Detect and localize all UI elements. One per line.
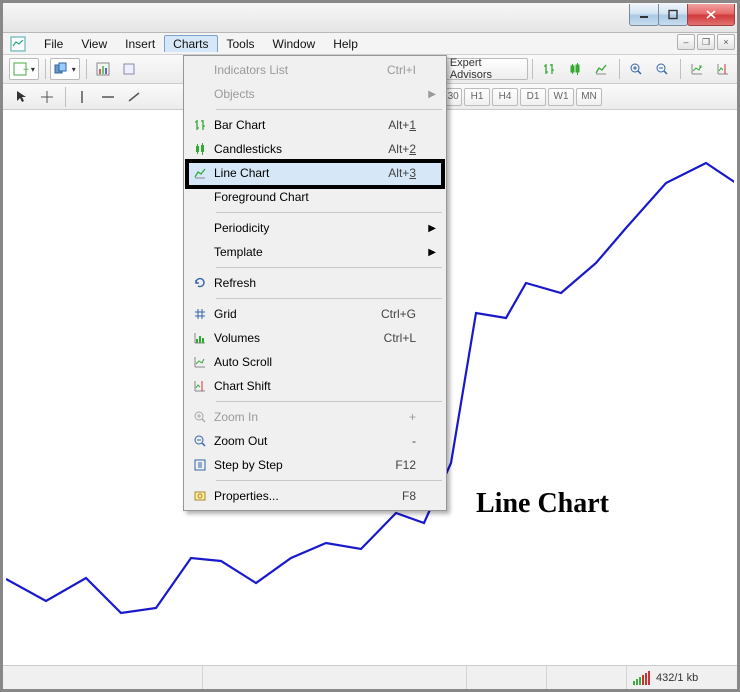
connection-icon <box>633 671 650 685</box>
status-kb: 432/1 kb <box>656 672 698 684</box>
new-chart-button[interactable]: + ▾ <box>9 58 39 80</box>
menu-chartshift[interactable]: Chart Shift <box>186 374 444 398</box>
hline-tool[interactable] <box>96 86 120 108</box>
menu-foreground-chart[interactable]: Foreground Chart <box>186 185 444 209</box>
menu-objects[interactable]: Objects ▶ <box>186 82 444 106</box>
nav-button-1[interactable] <box>117 58 141 80</box>
submenu-arrow-icon: ▶ <box>428 247 436 258</box>
submenu-arrow-icon: ▶ <box>428 89 436 100</box>
app-window: File View Insert Charts Tools Window Hel… <box>0 0 740 692</box>
tf-h4[interactable]: H4 <box>492 88 518 106</box>
market-watch-button[interactable] <box>91 58 115 80</box>
bar-chart-button[interactable] <box>537 58 561 80</box>
menu-step-by-step[interactable]: Step by Step F12 <box>186 453 444 477</box>
menu-help[interactable]: Help <box>324 35 367 53</box>
step-icon <box>186 458 214 472</box>
charts-dropdown: Indicators List Ctrl+I Objects ▶ Bar Cha… <box>183 55 447 511</box>
trendline-tool[interactable] <box>122 86 146 108</box>
refresh-icon <box>186 276 214 290</box>
menu-tools[interactable]: Tools <box>218 35 264 53</box>
tf-w1[interactable]: W1 <box>548 88 574 106</box>
zoom-in-icon <box>186 410 214 424</box>
menu-charts[interactable]: Charts <box>164 35 217 52</box>
svg-text:+: + <box>23 65 29 76</box>
chart-annotation: Line Chart <box>476 488 609 520</box>
mdi-controls: – ❐ × <box>675 34 735 50</box>
zoom-in-button[interactable] <box>624 58 648 80</box>
tf-h1[interactable]: H1 <box>464 88 490 106</box>
chartshift-icon <box>186 379 214 393</box>
grid-icon <box>186 307 214 321</box>
menu-candlesticks[interactable]: Candlesticks Alt+2 <box>186 137 444 161</box>
menu-zoom-in[interactable]: Zoom In + <box>186 405 444 429</box>
autoscroll-button[interactable] <box>685 58 709 80</box>
menu-insert[interactable]: Insert <box>116 35 164 53</box>
bar-chart-icon <box>186 118 214 132</box>
menu-properties[interactable]: Properties... F8 <box>186 484 444 508</box>
titlebar <box>3 3 737 33</box>
menu-view[interactable]: View <box>72 35 116 53</box>
tf-d1[interactable]: D1 <box>520 88 546 106</box>
menu-periodicity[interactable]: Periodicity ▶ <box>186 216 444 240</box>
minimize-button[interactable] <box>629 4 659 26</box>
mdi-minimize[interactable]: – <box>677 34 695 50</box>
menu-template[interactable]: Template ▶ <box>186 240 444 264</box>
menu-file[interactable]: File <box>35 35 72 53</box>
menu-line-chart[interactable]: Line Chart Alt+3 <box>185 160 445 186</box>
menubar: File View Insert Charts Tools Window Hel… <box>3 33 737 55</box>
autoscroll-icon <box>186 355 214 369</box>
close-button[interactable] <box>687 4 735 26</box>
zoom-out-icon <box>186 434 214 448</box>
statusbar: 432/1 kb <box>3 665 737 689</box>
line-chart-icon <box>186 166 214 180</box>
menu-zoom-out[interactable]: Zoom Out - <box>186 429 444 453</box>
candle-icon <box>186 142 214 156</box>
mdi-close[interactable]: × <box>717 34 735 50</box>
menu-indicators-list[interactable]: Indicators List Ctrl+I <box>186 58 444 82</box>
menu-volumes[interactable]: Volumes Ctrl+L <box>186 326 444 350</box>
tf-mn[interactable]: MN <box>576 88 602 106</box>
properties-icon <box>186 489 214 503</box>
line-chart-button[interactable] <box>589 58 613 80</box>
candle-chart-button[interactable] <box>563 58 587 80</box>
crosshair-tool[interactable] <box>35 86 59 108</box>
profiles-button[interactable]: ▾ <box>50 58 80 80</box>
menu-bar-chart[interactable]: Bar Chart Alt+1 <box>186 113 444 137</box>
app-icon <box>9 35 27 53</box>
chartshift-button[interactable] <box>711 58 735 80</box>
submenu-arrow-icon: ▶ <box>428 223 436 234</box>
expert-advisors-label: Expert Advisors <box>450 57 519 81</box>
menu-window[interactable]: Window <box>264 35 325 53</box>
window-controls <box>630 4 735 26</box>
cursor-tool[interactable] <box>9 86 33 108</box>
zoom-out-button[interactable] <box>650 58 674 80</box>
mdi-restore[interactable]: ❐ <box>697 34 715 50</box>
vline-tool[interactable] <box>70 86 94 108</box>
maximize-button[interactable] <box>658 4 688 26</box>
menu-grid[interactable]: Grid Ctrl+G <box>186 302 444 326</box>
volumes-icon <box>186 331 214 345</box>
menu-refresh[interactable]: Refresh <box>186 271 444 295</box>
menu-autoscroll[interactable]: Auto Scroll <box>186 350 444 374</box>
